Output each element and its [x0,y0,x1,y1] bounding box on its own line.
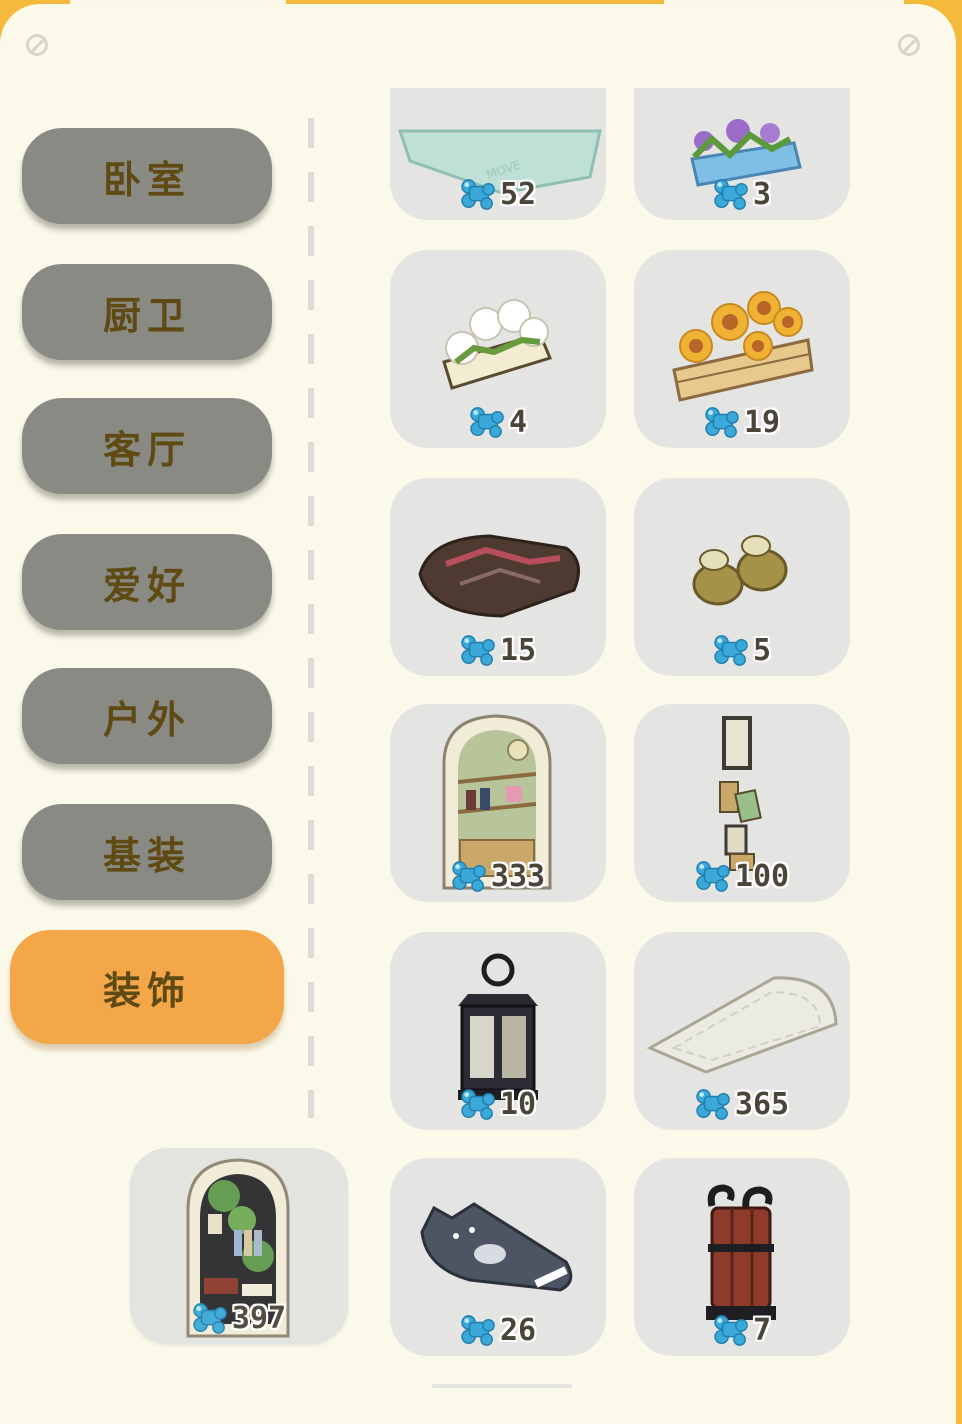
item-price: 5 [752,633,772,668]
blue-bone-icon [704,406,742,440]
item-price: 15 [499,633,537,668]
blue-bone-icon [460,178,498,212]
category-label: 客厅 [102,427,191,472]
item-price: 10 [499,1087,537,1122]
blue-bone-icon [451,860,489,894]
category-label: 基装 [102,833,191,878]
scroll-indicator [432,1384,572,1388]
item-card-arched-bookshelf[interactable]: 333 [390,704,606,902]
blue-bone-icon [460,1088,498,1122]
item-card-sunflower-crate[interactable]: 19 [634,250,850,448]
item-card-slippers[interactable]: 5 [634,478,850,676]
item-card-flower-planter-blue[interactable]: 3 [634,88,850,220]
item-price: 333 [490,859,546,894]
disabled-icon-left[interactable] [26,34,48,56]
blue-bone-icon [713,1314,751,1348]
item-price: 19 [743,405,781,440]
blue-bone-icon [695,1088,733,1122]
category-hobby[interactable]: 爱好 [22,534,272,630]
category-bedroom[interactable]: 卧室 [22,128,272,224]
category-label: 户外 [102,697,191,742]
item-price: 7 [752,1313,772,1348]
item-card-brown-rug[interactable]: 15 [390,478,606,676]
dragged-item-card[interactable]: 397 [130,1148,348,1344]
item-price: 4 [508,405,528,440]
disabled-icon-right[interactable] [898,34,920,56]
blue-bone-icon [469,406,507,440]
category-label: 装饰 [102,968,191,1013]
blue-bone-icon [460,634,498,668]
dragged-item-price: 397 [231,1301,287,1336]
item-card-wall-frames[interactable]: 100 [634,704,850,902]
category-decoration[interactable]: 装饰 [10,930,284,1044]
blue-bone-icon [713,178,751,212]
item-card-white-half-rug[interactable]: 365 [634,932,850,1130]
blue-bone-icon [192,1302,230,1336]
item-price: 26 [499,1313,537,1348]
category-label: 厨卫 [102,293,191,338]
item-price: 100 [734,859,790,894]
category-label: 爱好 [102,563,191,608]
item-price: 365 [734,1087,790,1122]
item-card-cat-rug[interactable]: 26 [390,1158,606,1356]
blue-bone-icon [695,860,733,894]
item-card-umbrella-stand[interactable]: 7 [634,1158,850,1356]
item-price: 3 [752,177,772,212]
category-living-room[interactable]: 客厅 [22,398,272,494]
category-label: 卧室 [102,157,191,202]
item-card-mint-rug[interactable]: MOVE 52 [390,88,606,220]
category-kitchen-bath[interactable]: 厨卫 [22,264,272,360]
blue-bone-icon [460,1314,498,1348]
category-outdoor[interactable]: 户外 [22,668,272,764]
category-basic[interactable]: 基装 [22,804,272,900]
dashed-divider [308,118,314,1118]
item-price: 52 [499,177,537,212]
item-card-lantern[interactable]: 10 [390,932,606,1130]
blue-bone-icon [713,634,751,668]
item-card-white-flower-planter[interactable]: 4 [390,250,606,448]
